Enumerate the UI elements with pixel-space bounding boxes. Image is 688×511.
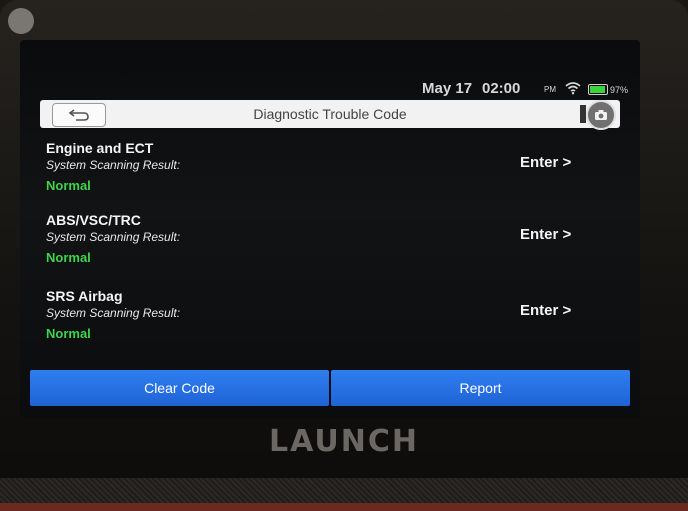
page-title: Diagnostic Trouble Code bbox=[253, 106, 407, 122]
camera-icon bbox=[595, 110, 607, 120]
screenshot-button[interactable] bbox=[586, 100, 616, 130]
system-row-srs: SRS Airbag System Scanning Result: Norma… bbox=[40, 288, 620, 358]
enter-button[interactable]: Enter > bbox=[520, 226, 571, 243]
battery-icon bbox=[588, 84, 608, 95]
scan-result-label: System Scanning Result: bbox=[46, 230, 181, 244]
device-bezel: May 17 02:00 PM 97% Diagnostic Trouble C… bbox=[0, 0, 688, 490]
status-date: May 17 bbox=[422, 80, 473, 97]
enter-button[interactable]: Enter > bbox=[520, 302, 571, 319]
surface-below-device bbox=[0, 478, 688, 511]
status-ampm: PM bbox=[544, 85, 556, 94]
scan-status: Normal bbox=[46, 178, 91, 193]
wifi-icon bbox=[565, 81, 581, 99]
enter-button[interactable]: Enter > bbox=[520, 154, 571, 171]
system-row-abs: ABS/VSC/TRC System Scanning Result: Norm… bbox=[40, 212, 620, 282]
report-button[interactable]: Report bbox=[331, 370, 630, 406]
battery-percent: 97% bbox=[610, 85, 629, 95]
system-name: SRS Airbag bbox=[46, 288, 123, 304]
scan-status: Normal bbox=[46, 326, 91, 341]
system-name: ABS/VSC/TRC bbox=[46, 212, 141, 228]
status-bar: May 17 02:00 PM 97% bbox=[20, 76, 640, 100]
system-row-engine: Engine and ECT System Scanning Result: N… bbox=[40, 140, 620, 210]
screen: May 17 02:00 PM 97% Diagnostic Trouble C… bbox=[20, 40, 640, 418]
action-bar: Clear Code Report bbox=[30, 370, 630, 406]
brand-logo: LAUNCH bbox=[268, 424, 419, 459]
front-camera bbox=[8, 8, 34, 34]
title-bar: Diagnostic Trouble Code bbox=[40, 100, 620, 130]
clear-code-button[interactable]: Clear Code bbox=[30, 370, 329, 406]
scan-result-label: System Scanning Result: bbox=[46, 306, 181, 320]
system-name: Engine and ECT bbox=[46, 140, 154, 156]
scan-result-label: System Scanning Result: bbox=[46, 158, 181, 172]
status-time: 02:00 bbox=[482, 80, 521, 97]
scan-status: Normal bbox=[46, 250, 91, 265]
